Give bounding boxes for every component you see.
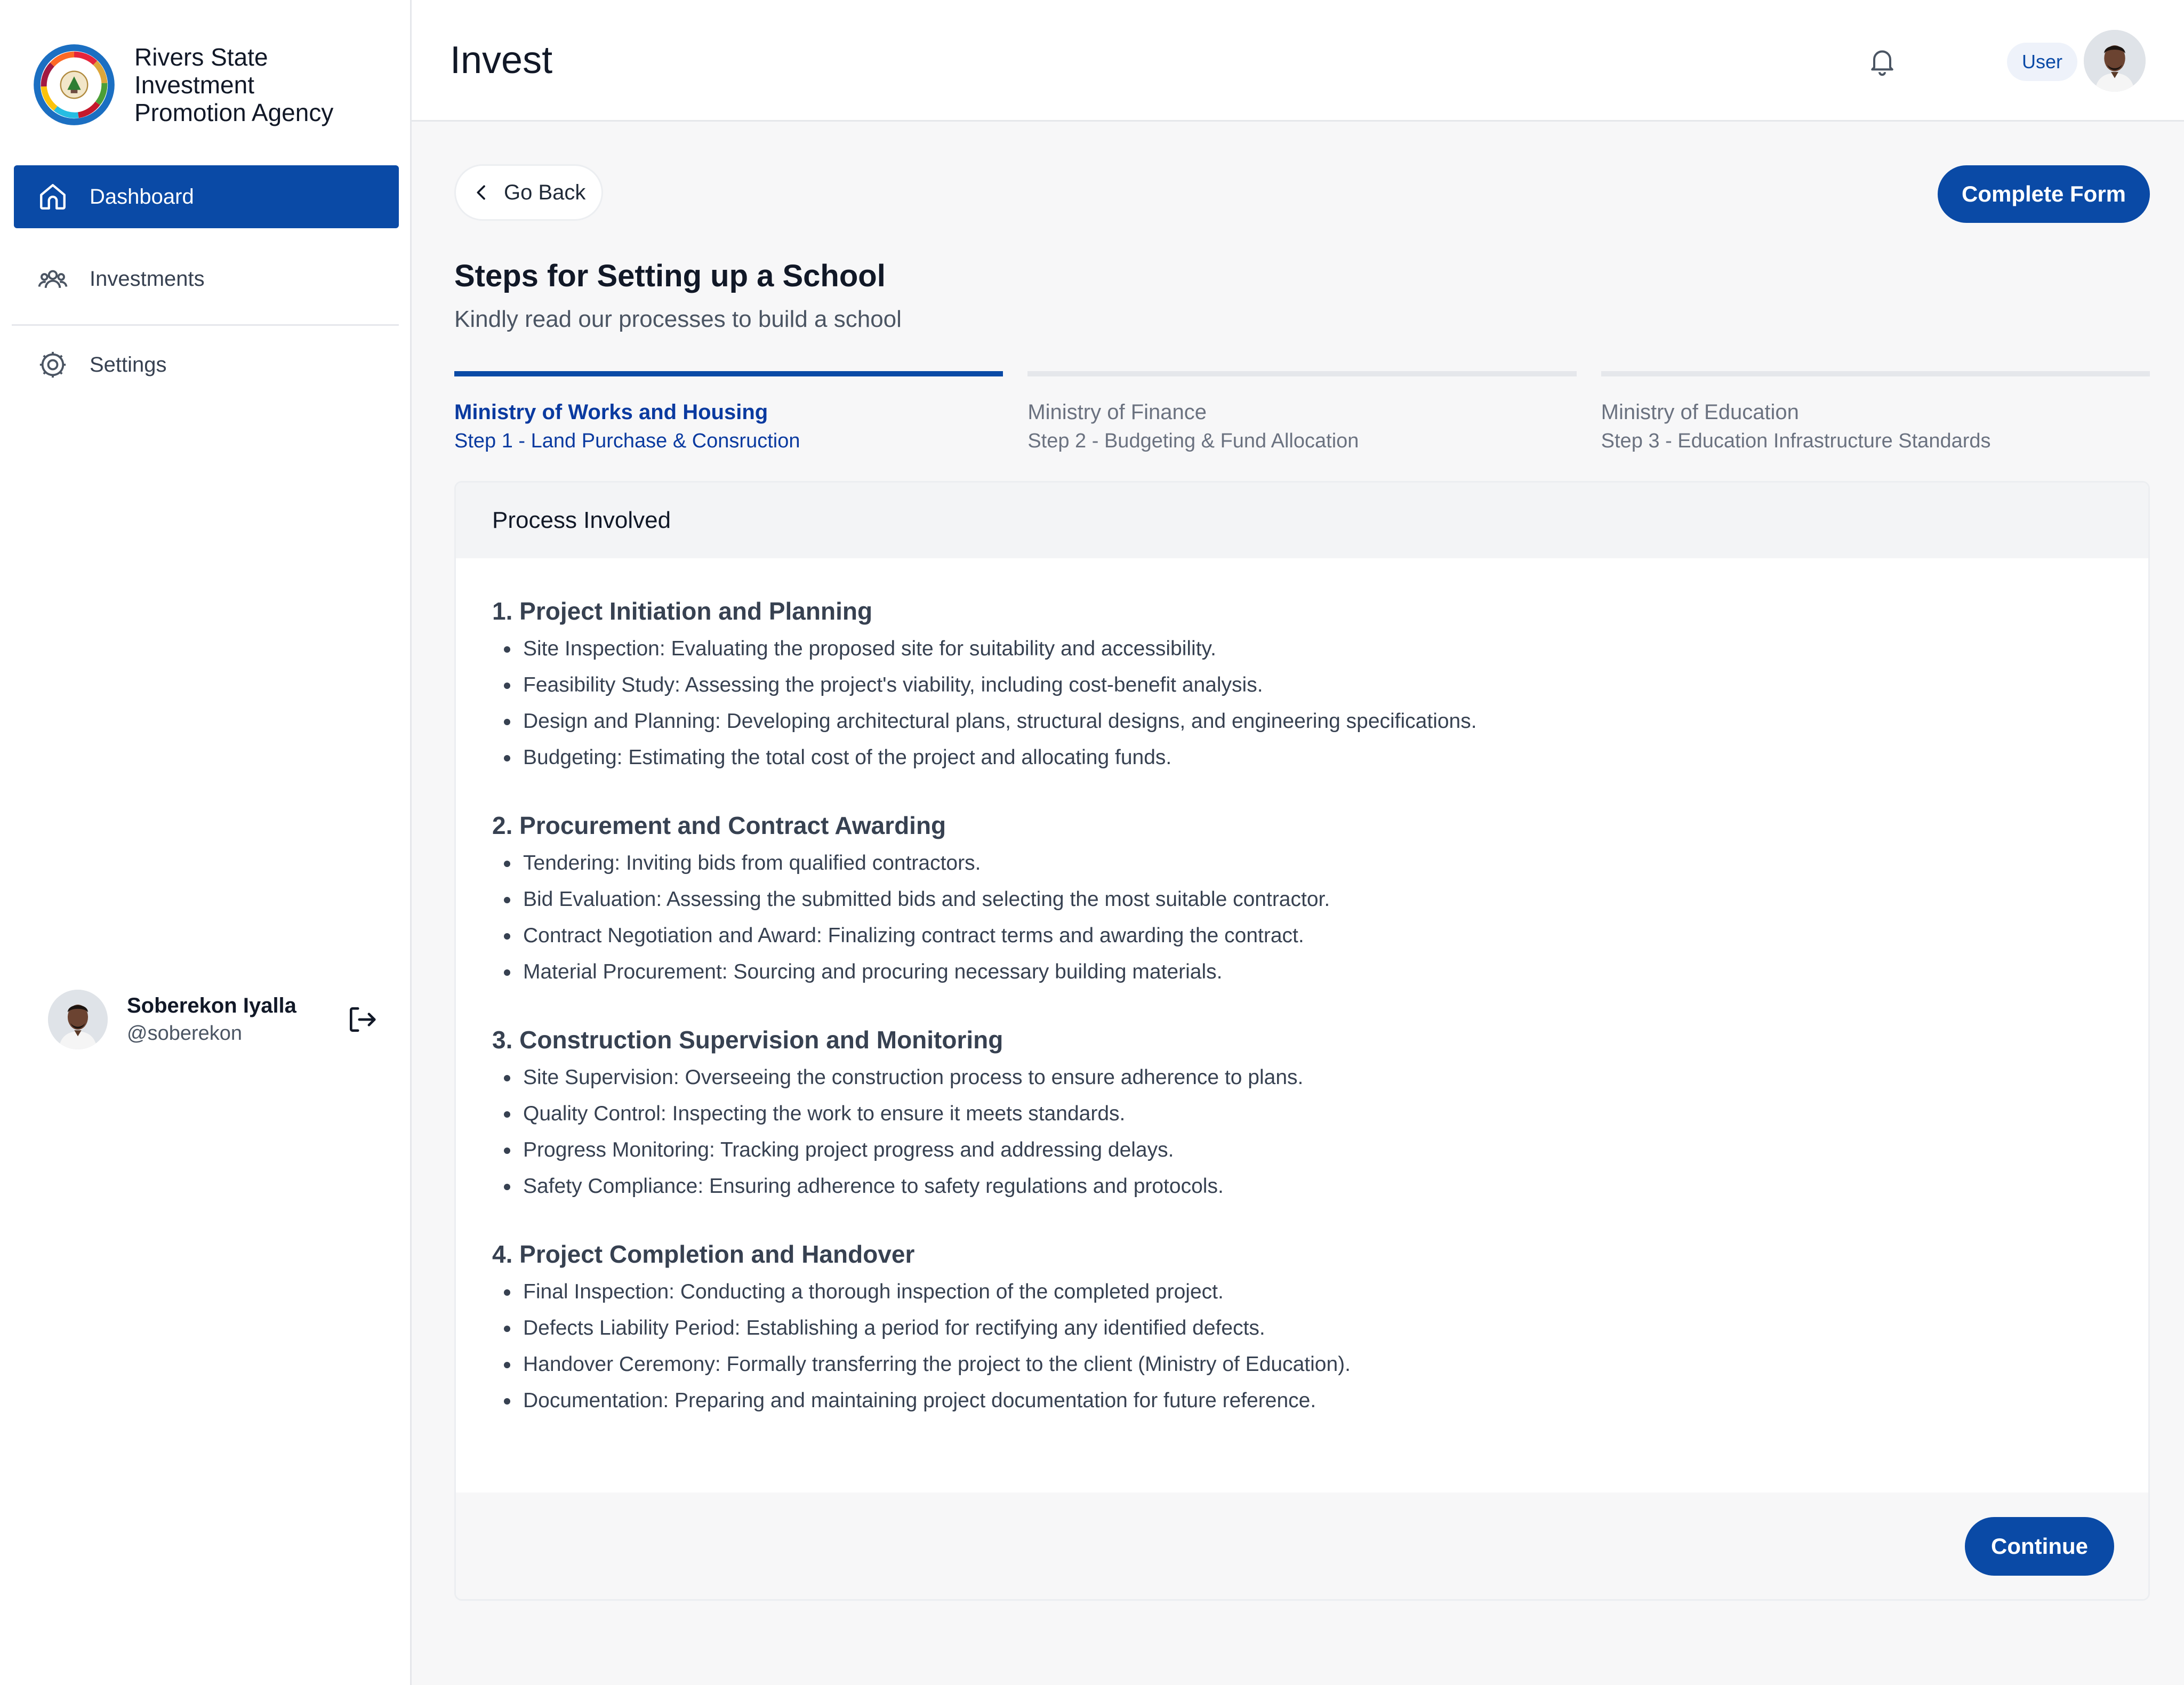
list-item: Design and Planning: Developing architec… (492, 703, 2112, 740)
list-item: Material Procurement: Sourcing and procu… (492, 954, 2112, 990)
list-item: Tendering: Inviting bids from qualified … (492, 845, 2112, 881)
brand-name: Rivers State Investment Promotion Agency (134, 43, 369, 126)
list-item: Safety Compliance: Ensuring adherence to… (492, 1168, 2112, 1205)
process-step-list: Site Inspection: Evaluating the proposed… (492, 631, 2112, 776)
sidebar-item-investments[interactable]: Investments (14, 247, 399, 310)
step-tab-1[interactable]: Ministry of Works and Housing Step 1 - L… (454, 371, 1003, 455)
section-heading: Steps for Setting up a School (454, 259, 886, 293)
section-subheading: Kindly read our processes to build a sch… (454, 306, 902, 332)
sidebar-divider (12, 324, 399, 326)
profile-name: Soberekon Iyalla (127, 994, 296, 1017)
sidebar: Rivers State Investment Promotion Agency… (0, 0, 412, 1685)
profile-handle: @soberekon (127, 1022, 243, 1045)
step-tabs: Ministry of Works and Housing Step 1 - L… (454, 371, 2150, 455)
step-subtitle: Step 3 - Education Infrastructure Standa… (1601, 430, 1991, 452)
bell-icon[interactable] (1866, 45, 1898, 77)
avatar[interactable] (2084, 30, 2146, 92)
list-item: Progress Monitoring: Tracking project pr… (492, 1132, 2112, 1168)
step-progress-bar (1601, 371, 2150, 376)
process-card: Process Involved 1. Project Initiation a… (454, 481, 2150, 1601)
sidebar-item-label: Settings (90, 352, 167, 376)
list-item: Handover Ceremony: Formally transferring… (492, 1346, 2112, 1383)
brand-name-line1: Rivers State (134, 43, 268, 71)
list-item: Budgeting: Estimating the total cost of … (492, 740, 2112, 776)
process-card-header: Process Involved (456, 483, 2148, 558)
process-card-body[interactable]: 1. Project Initiation and Planning Site … (456, 558, 2148, 1419)
step-progress-bar (454, 371, 1003, 376)
avatar[interactable] (48, 990, 108, 1049)
gear-icon (37, 349, 68, 380)
process-section-title: 2. Procurement and Contract Awarding (492, 812, 946, 839)
list-item: Documentation: Preparing and maintaining… (492, 1383, 2112, 1419)
process-section-2: 2. Procurement and Contract Awarding Ten… (492, 808, 2112, 990)
list-item: Quality Control: Inspecting the work to … (492, 1096, 2112, 1132)
process-step-list: Tendering: Inviting bids from qualified … (492, 845, 2112, 990)
list-item: Site Inspection: Evaluating the proposed… (492, 631, 2112, 667)
list-item: Bid Evaluation: Assessing the submitted … (492, 881, 2112, 918)
continue-button[interactable]: Continue (1965, 1517, 2114, 1576)
process-section-title: 4. Project Completion and Handover (492, 1240, 915, 1268)
step-tab-3[interactable]: Ministry of Education Step 3 - Education… (1601, 371, 2150, 455)
sidebar-nav: Dashboard Investments Settings (12, 165, 399, 396)
sidebar-item-label: Dashboard (90, 184, 194, 208)
process-section-3: 3. Construction Supervision and Monitori… (492, 1022, 2112, 1205)
sidebar-item-label: Investments (90, 267, 205, 291)
users-icon (37, 263, 68, 294)
sidebar-item-settings[interactable]: Settings (14, 333, 399, 396)
step-tab-2[interactable]: Ministry of Finance Step 2 - Budgeting &… (1027, 371, 1577, 455)
process-step-list: Final Inspection: Conducting a thorough … (492, 1274, 2112, 1419)
process-step-list: Site Supervision: Overseeing the constru… (492, 1060, 2112, 1205)
process-section-title: 1. Project Initiation and Planning (492, 597, 873, 625)
brand[interactable]: Rivers State Investment Promotion Agency (32, 43, 369, 127)
step-subtitle: Step 1 - Land Purchase & Consruction (454, 430, 800, 452)
agency-seal-logo (32, 43, 116, 127)
list-item: Final Inspection: Conducting a thorough … (492, 1274, 2112, 1310)
brand-name-line2: Investment (134, 71, 254, 99)
go-back-button[interactable]: Go Back (454, 164, 604, 221)
process-card-footer: Continue (456, 1493, 2148, 1599)
list-item: Feasibility Study: Assessing the project… (492, 667, 2112, 703)
step-title: Ministry of Works and Housing (454, 400, 768, 424)
role-badge: User (2006, 43, 2077, 81)
user-profile: Soberekon Iyalla @soberekon (48, 990, 379, 1049)
app-root: Rivers State Investment Promotion Agency… (0, 0, 2184, 1685)
list-item: Contract Negotiation and Award: Finalizi… (492, 918, 2112, 954)
logout-icon[interactable] (346, 1003, 379, 1036)
page-title: Invest (450, 39, 553, 82)
step-progress-bar (1027, 371, 1577, 376)
process-section-4: 4. Project Completion and Handover Final… (492, 1237, 2112, 1419)
step-subtitle: Step 2 - Budgeting & Fund Allocation (1027, 430, 1359, 452)
complete-form-button[interactable]: Complete Form (1938, 165, 2150, 223)
home-icon (37, 181, 68, 212)
sidebar-item-dashboard[interactable]: Dashboard (14, 165, 399, 228)
step-title: Ministry of Education (1601, 400, 1799, 424)
brand-name-line3: Promotion Agency (134, 99, 334, 126)
list-item: Site Supervision: Overseeing the constru… (492, 1060, 2112, 1096)
profile-text: Soberekon Iyalla @soberekon (127, 992, 346, 1047)
chevron-left-icon (477, 185, 485, 200)
step-title: Ministry of Finance (1027, 400, 1207, 424)
top-bar: Invest User (412, 0, 2184, 122)
process-section-title: 3. Construction Supervision and Monitori… (492, 1026, 1003, 1054)
go-back-label: Go Back (504, 180, 586, 204)
list-item: Defects Liability Period: Establishing a… (492, 1310, 2112, 1346)
process-section-1: 1. Project Initiation and Planning Site … (492, 593, 2112, 776)
